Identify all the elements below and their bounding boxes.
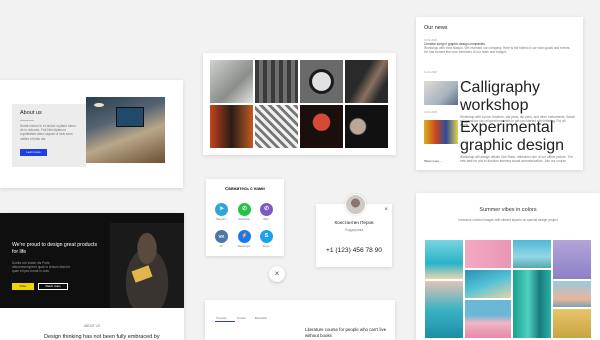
gallery-photo[interactable] (300, 60, 343, 103)
learn-more-button[interactable]: Learn more (20, 149, 47, 156)
watch-video-button[interactable]: Watch video (38, 283, 68, 290)
gallery-photo[interactable] (255, 105, 298, 148)
messenger-glyph: ⚡ (241, 233, 248, 239)
course-tabs-card: Tutorials Guides Bestseller Literature c… (205, 300, 395, 340)
photo-gallery-grid (210, 60, 388, 148)
news-date: 12.01.2020 (424, 111, 437, 114)
telegram-label: Telegram (215, 218, 227, 221)
gallery-photo[interactable] (210, 105, 253, 148)
whatsapp-icon[interactable]: ✆ (238, 203, 251, 216)
section-label: ABOUT US (83, 324, 101, 328)
contact-title: Свяжитесь с нами (225, 186, 265, 191)
gallery-photo[interactable] (300, 105, 343, 148)
gallery-photo[interactable] (255, 60, 298, 103)
manager-card: × Константин Перов Поддержка +1 (123) 45… (316, 194, 392, 267)
divider (20, 120, 34, 121)
news-item-text: Workshop with Irina Nasipo. We invented … (424, 46, 571, 55)
workspace-photo (86, 97, 165, 163)
news-item[interactable]: Experimental graphic design Workshop wil… (460, 119, 575, 163)
contact-popup: Свяжитесь с нами ➤ Telegram ✆ WhatsApp ✆… (206, 179, 284, 256)
collage-photo[interactable] (425, 240, 463, 279)
skype-label: Skype (262, 245, 270, 248)
monitor-shape (116, 107, 144, 127)
messenger-label: Messenger (237, 245, 251, 248)
news-item-text: Workshop will design details Like Rank, … (460, 155, 574, 164)
tab-guides[interactable]: Guides (237, 316, 246, 320)
news-item[interactable]: 10.01.2020 Creative song in graphic desi… (424, 39, 574, 54)
manager-name: Константин Перов (334, 220, 374, 225)
telegram-glyph: ➤ (219, 206, 224, 212)
show-more-link[interactable]: Show more → (424, 159, 443, 163)
manager-role: Поддержка (344, 228, 364, 232)
skype-icon[interactable]: S (260, 230, 273, 243)
vk-icon[interactable]: VK (215, 230, 228, 243)
collage-photo[interactable] (553, 281, 591, 307)
avatar (345, 194, 366, 215)
gallery-photo[interactable] (345, 60, 388, 103)
close-icon[interactable]: × (384, 207, 388, 213)
collage-photo[interactable] (465, 270, 511, 298)
about-description: Serait meium in et dolore orytand nemo d… (20, 124, 76, 141)
order-button[interactable]: Order (12, 283, 34, 290)
news-item-title: Calligraphy workshop (460, 79, 541, 114)
collage-photo[interactable] (553, 240, 591, 279)
gallery-photo[interactable] (345, 105, 388, 148)
news-item[interactable]: 12.01.2020 (424, 111, 574, 114)
news-date: 11.01.2020 (424, 71, 437, 74)
section-subtitle: Design thinking has not been fully embra… (44, 334, 160, 340)
collage-photo[interactable] (465, 300, 511, 338)
messenger-icon[interactable]: ⚡ (238, 230, 251, 243)
skype-glyph: S (264, 233, 269, 239)
whatsapp-glyph: ✆ (242, 206, 247, 212)
collage-subtitle: Introduce colorful images with vibrant l… (458, 218, 558, 222)
collage-photo[interactable] (465, 240, 511, 268)
viber-glyph: ✆ (264, 206, 269, 212)
vk-glyph: VK (218, 234, 225, 239)
hero-card: We're proud to design great products for… (0, 213, 184, 340)
about-us-card: About us Serait meium in et dolore oryta… (0, 80, 183, 188)
news-thumbnail[interactable] (424, 120, 458, 144)
news-title: Our news (424, 25, 448, 31)
hero-description: Doelia coll sinder dis Porte deturinesem… (12, 261, 71, 274)
viber-label: Viber (262, 218, 269, 221)
hero-title: We're proud to design great products for… (12, 242, 98, 255)
news-thumbnail[interactable] (424, 81, 458, 105)
contact-close-button[interactable]: × (269, 266, 285, 282)
collage-photo[interactable] (513, 270, 551, 338)
about-title: About us (20, 110, 42, 116)
summer-collage-card: Summer vibes in colors Introduce colorfu… (416, 193, 600, 340)
collage-photo[interactable] (553, 309, 591, 338)
tab-tutorials[interactable]: Tutorials (216, 316, 227, 320)
collage-title: Summer vibes in colors (479, 207, 537, 213)
photo-gallery-card (203, 53, 396, 155)
vk-label: VK (219, 245, 223, 248)
viber-icon[interactable]: ✆ (260, 203, 273, 216)
phone-link[interactable]: +1 (123) 456 78 90 (316, 247, 392, 254)
whatsapp-label: WhatsApp (238, 218, 250, 221)
tab-bestseller[interactable]: Bestseller (255, 316, 267, 320)
news-card: Our news 10.01.2020 Creative song in gra… (416, 17, 583, 170)
collage-photo[interactable] (513, 240, 551, 268)
course-title: Literature course for people who can't l… (305, 327, 387, 338)
lamp-shape (94, 103, 104, 107)
news-item-title: Experimental graphic design (460, 119, 565, 154)
telegram-icon[interactable]: ➤ (215, 203, 228, 216)
news-item[interactable]: 11.01.2020 (424, 71, 574, 74)
collage-photo[interactable] (425, 281, 463, 338)
gallery-photo[interactable] (210, 60, 253, 103)
active-tab-indicator (215, 321, 235, 322)
